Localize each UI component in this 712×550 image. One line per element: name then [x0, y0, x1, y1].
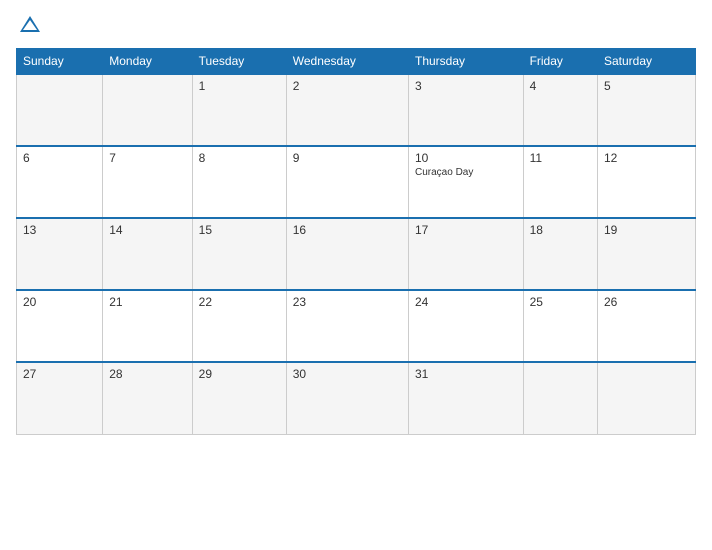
- day-number: 23: [293, 295, 402, 309]
- day-headers-row: Sunday Monday Tuesday Wednesday Thursday…: [17, 49, 696, 75]
- day-number: 21: [109, 295, 185, 309]
- day-number: 16: [293, 223, 402, 237]
- day-number: 19: [604, 223, 689, 237]
- calendar-week-row: 13 14 15 16 17 18 19: [17, 218, 696, 290]
- day-number: 17: [415, 223, 517, 237]
- day-number: 24: [415, 295, 517, 309]
- calendar-cell: 12: [597, 146, 695, 218]
- calendar-cell: 25: [523, 290, 597, 362]
- calendar-cell: 8: [192, 146, 286, 218]
- calendar-cell: 13: [17, 218, 103, 290]
- day-number: 6: [23, 151, 96, 165]
- calendar-header: [16, 12, 696, 40]
- header-friday: Friday: [523, 49, 597, 75]
- calendar-cell: [523, 362, 597, 434]
- calendar-cell: 21: [103, 290, 192, 362]
- calendar-cell: 22: [192, 290, 286, 362]
- day-number: 13: [23, 223, 96, 237]
- event-label: Curaçao Day: [415, 167, 517, 178]
- header-sunday: Sunday: [17, 49, 103, 75]
- calendar-cell: [17, 74, 103, 146]
- calendar-week-row: 12345: [17, 74, 696, 146]
- calendar-cell: 24: [409, 290, 524, 362]
- day-number: 1: [199, 79, 280, 93]
- day-number: 4: [530, 79, 591, 93]
- calendar-cell: 23: [286, 290, 408, 362]
- calendar-cell: 6: [17, 146, 103, 218]
- day-number: 15: [199, 223, 280, 237]
- calendar-cell: 7: [103, 146, 192, 218]
- day-number: 7: [109, 151, 185, 165]
- day-number: 25: [530, 295, 591, 309]
- header-saturday: Saturday: [597, 49, 695, 75]
- day-number: 9: [293, 151, 402, 165]
- calendar-cell: 11: [523, 146, 597, 218]
- header-thursday: Thursday: [409, 49, 524, 75]
- day-number: 28: [109, 367, 185, 381]
- day-number: 27: [23, 367, 96, 381]
- day-number: 18: [530, 223, 591, 237]
- day-number: 3: [415, 79, 517, 93]
- day-number: 20: [23, 295, 96, 309]
- calendar-cell: 3: [409, 74, 524, 146]
- calendar-week-row: 6789 10 Curaçao Day 11 12: [17, 146, 696, 218]
- logo: [16, 12, 48, 40]
- calendar-cell: 18: [523, 218, 597, 290]
- logo-icon: [16, 12, 44, 40]
- day-number: 14: [109, 223, 185, 237]
- day-number: 11: [530, 151, 591, 165]
- calendar-cell: 30: [286, 362, 408, 434]
- day-number: 5: [604, 79, 689, 93]
- header-tuesday: Tuesday: [192, 49, 286, 75]
- calendar-cell: 9: [286, 146, 408, 218]
- calendar-cell: 17: [409, 218, 524, 290]
- day-number: 22: [199, 295, 280, 309]
- calendar-cell: 28: [103, 362, 192, 434]
- calendar-week-row: 27 28 29 30 31: [17, 362, 696, 434]
- calendar-cell: 19: [597, 218, 695, 290]
- day-number: 26: [604, 295, 689, 309]
- calendar-cell: [103, 74, 192, 146]
- day-number: 29: [199, 367, 280, 381]
- header-monday: Monday: [103, 49, 192, 75]
- calendar-cell: 2: [286, 74, 408, 146]
- calendar-cell: 20: [17, 290, 103, 362]
- day-number: 12: [604, 151, 689, 165]
- header-wednesday: Wednesday: [286, 49, 408, 75]
- calendar-cell: 26: [597, 290, 695, 362]
- calendar-table: Sunday Monday Tuesday Wednesday Thursday…: [16, 48, 696, 435]
- calendar-page: Sunday Monday Tuesday Wednesday Thursday…: [0, 0, 712, 550]
- day-number: 30: [293, 367, 402, 381]
- calendar-cell: 5: [597, 74, 695, 146]
- calendar-cell: 4: [523, 74, 597, 146]
- calendar-cell: 14: [103, 218, 192, 290]
- day-number: 8: [199, 151, 280, 165]
- calendar-week-row: 20 21 22 23 24 25 26: [17, 290, 696, 362]
- calendar-cell: [597, 362, 695, 434]
- calendar-cell: 31: [409, 362, 524, 434]
- calendar-cell: 16: [286, 218, 408, 290]
- day-number: 31: [415, 367, 517, 381]
- day-number: 2: [293, 79, 402, 93]
- day-number: 10: [415, 151, 517, 165]
- calendar-cell: 15: [192, 218, 286, 290]
- calendar-cell: 1: [192, 74, 286, 146]
- calendar-cell: 10 Curaçao Day: [409, 146, 524, 218]
- calendar-cell: 27: [17, 362, 103, 434]
- calendar-cell: 29: [192, 362, 286, 434]
